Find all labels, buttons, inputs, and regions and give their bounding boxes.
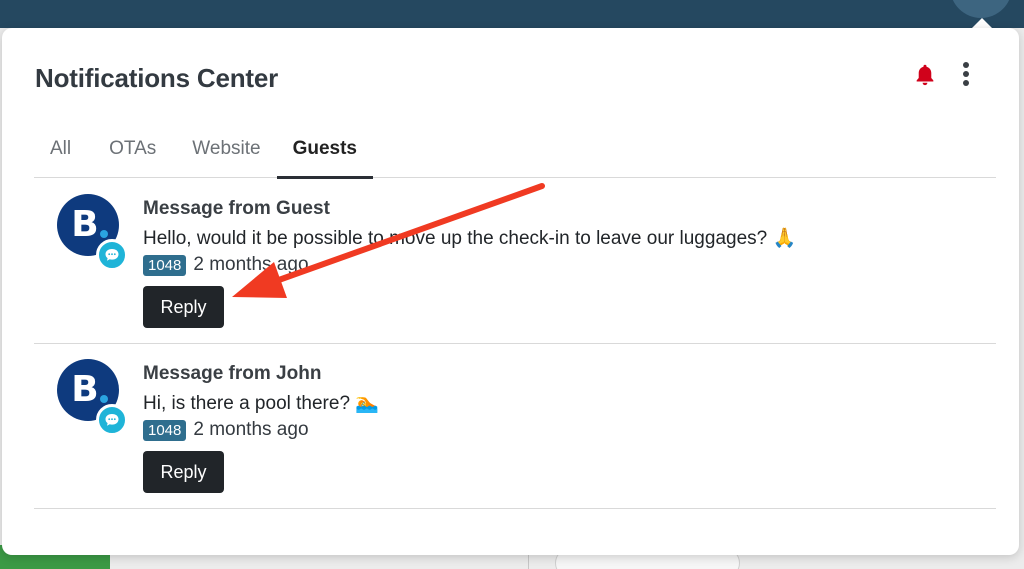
reply-button[interactable]: Reply [143, 286, 224, 328]
avatar-letter: B [71, 203, 99, 245]
notification-item: B Message from John Hi, is there a pool … [34, 344, 996, 509]
page-title: Notifications Center [35, 63, 279, 93]
notification-time: 2 months ago [193, 419, 309, 440]
app-topbar [0, 0, 1024, 28]
notification-meta: 1048 2 months ago [143, 254, 309, 276]
avatar-dot [100, 230, 108, 238]
tab-guests[interactable]: Guests [276, 120, 374, 179]
bell-icon[interactable] [912, 62, 938, 88]
chat-bubble-icon [96, 404, 128, 436]
notification-message: Hi, is there a pool there? 🏊 [143, 393, 379, 414]
avatar-letter: B [71, 368, 99, 410]
tab-all[interactable]: All [34, 120, 87, 178]
reservation-id-badge[interactable]: 1048 [143, 254, 187, 276]
tab-otas[interactable]: OTAs [87, 120, 172, 178]
tab-website[interactable]: Website [172, 120, 276, 178]
kebab-menu-icon[interactable] [957, 60, 975, 90]
notification-title: Message from John [143, 363, 322, 384]
reply-button[interactable]: Reply [143, 451, 224, 493]
notifications-popover: Notifications Center All OTAs Website Gu… [2, 28, 1019, 555]
notification-tabs: All OTAs Website Guests [34, 120, 996, 179]
notification-meta: 1048 2 months ago [143, 419, 309, 441]
chat-bubble-icon [96, 239, 128, 271]
notification-title: Message from Guest [143, 198, 330, 219]
notification-time: 2 months ago [193, 254, 309, 275]
reservation-id-badge[interactable]: 1048 [143, 419, 187, 441]
avatar-dot [100, 395, 108, 403]
notification-item: B Message from Guest Hello, would it be … [34, 179, 996, 344]
notification-message: Hello, would it be possible to move up t… [143, 228, 797, 249]
